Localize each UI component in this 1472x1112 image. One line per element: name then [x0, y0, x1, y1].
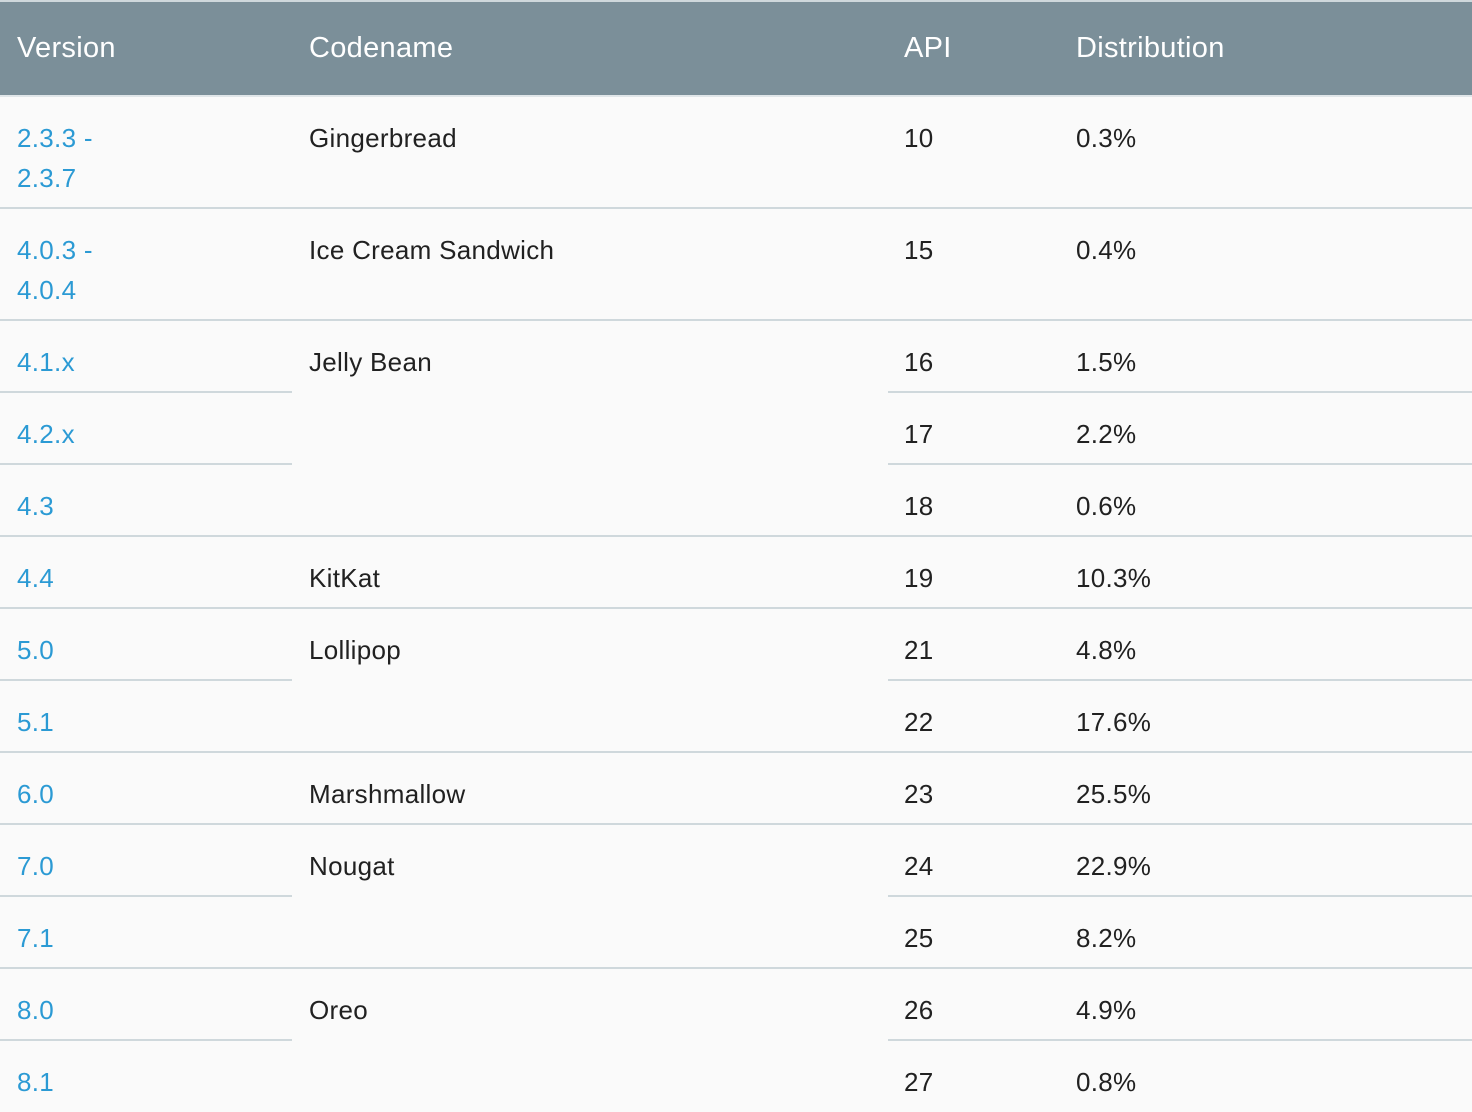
table-row: 7.0 Nougat 24 22.9% [0, 823, 1472, 968]
version-link[interactable]: 7.1 [0, 895, 292, 968]
codename-cell: Gingerbread [292, 95, 888, 208]
codename-cell: KitKat [292, 535, 888, 608]
distribution-cell: 4.9% [1060, 967, 1472, 1040]
version-link[interactable]: 8.1 [0, 1039, 292, 1112]
codename-cell: Jelly Bean [292, 319, 888, 536]
api-cell: 15 [888, 207, 1060, 320]
distribution-cell: 10.3% [1060, 535, 1472, 608]
version-link[interactable]: 2.3.3 - 2.3.7 [0, 95, 292, 208]
api-cell: 17 [888, 391, 1060, 464]
version-link[interactable]: 4.2.x [0, 391, 292, 464]
table-row: 2.3.3 - 2.3.7 Gingerbread 10 0.3% [0, 95, 1472, 208]
table-row: 5.0 Lollipop 21 4.8% [0, 607, 1472, 752]
version-link[interactable]: 4.4 [0, 535, 292, 608]
table-row: 4.0.3 - 4.0.4 Ice Cream Sandwich 15 0.4% [0, 207, 1472, 320]
codename-cell: Lollipop [292, 607, 888, 752]
distribution-cell: 17.6% [1060, 679, 1472, 752]
version-link[interactable]: 4.1.x [0, 319, 292, 392]
api-cell: 16 [888, 319, 1060, 392]
distribution-cell: 25.5% [1060, 751, 1472, 824]
header-codename: Codename [309, 32, 454, 64]
platform-versions-table: Version Codename API Distribution 2.3.3 … [0, 2, 1472, 1112]
table-row: 6.0 Marshmallow 23 25.5% [0, 751, 1472, 824]
api-cell: 10 [888, 95, 1060, 208]
api-cell: 26 [888, 967, 1060, 1040]
table-row: 8.0 Oreo 26 4.9% [0, 967, 1472, 1112]
distribution-cell: 0.3% [1060, 95, 1472, 208]
api-cell: 18 [888, 463, 1060, 536]
version-link[interactable]: 6.0 [0, 751, 292, 824]
distribution-cell: 0.8% [1060, 1039, 1472, 1112]
distribution-cell: 0.6% [1060, 463, 1472, 536]
api-cell: 21 [888, 607, 1060, 680]
table-header-row: Version Codename API Distribution [0, 2, 1472, 96]
codename-cell: Nougat [292, 823, 888, 968]
version-link[interactable]: 4.3 [0, 463, 292, 536]
distribution-cell: 2.2% [1060, 391, 1472, 464]
version-link[interactable]: 5.0 [0, 607, 292, 680]
codename-cell: Oreo [292, 967, 888, 1112]
table-row: 4.1.x Jelly Bean 16 1.5% [0, 319, 1472, 536]
version-link[interactable]: 4.0.3 - 4.0.4 [0, 207, 292, 320]
version-link[interactable]: 5.1 [0, 679, 292, 752]
distribution-cell: 22.9% [1060, 823, 1472, 896]
api-cell: 22 [888, 679, 1060, 752]
distribution-cell: 4.8% [1060, 607, 1472, 680]
version-link[interactable]: 8.0 [0, 967, 292, 1040]
header-distribution: Distribution [1076, 32, 1225, 64]
api-cell: 19 [888, 535, 1060, 608]
api-cell: 25 [888, 895, 1060, 968]
header-version: Version [17, 32, 116, 64]
distribution-cell: 8.2% [1060, 895, 1472, 968]
header-api: API [904, 32, 952, 64]
distribution-cell: 0.4% [1060, 207, 1472, 320]
api-cell: 27 [888, 1039, 1060, 1112]
version-link[interactable]: 7.0 [0, 823, 292, 896]
codename-cell: Marshmallow [292, 751, 888, 824]
api-cell: 23 [888, 751, 1060, 824]
table-row: 4.4 KitKat 19 10.3% [0, 535, 1472, 608]
codename-cell: Ice Cream Sandwich [292, 207, 888, 320]
distribution-cell: 1.5% [1060, 319, 1472, 392]
api-cell: 24 [888, 823, 1060, 896]
